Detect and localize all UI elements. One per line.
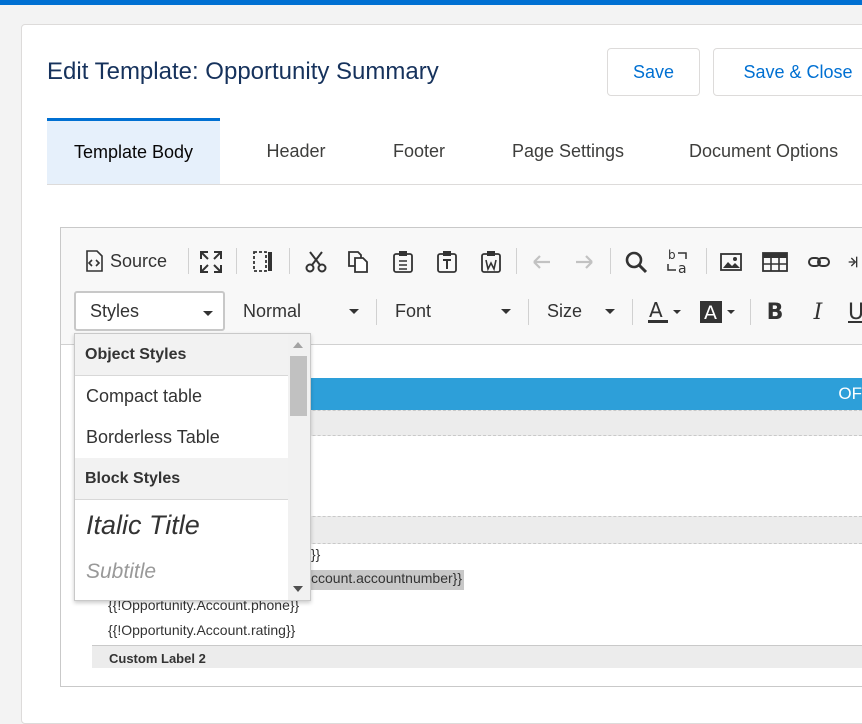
styles-dropdown-panel: Object Styles Compact table Borderless T… [74, 333, 311, 601]
paste-icon[interactable] [389, 248, 417, 276]
dropdown-item-subtitle[interactable]: Subtitle [86, 560, 156, 584]
top-brand-bar [0, 0, 862, 5]
copy-icon[interactable] [344, 248, 372, 276]
scroll-down-arrow-icon[interactable] [293, 586, 303, 592]
paste-word-icon[interactable] [477, 248, 505, 276]
source-label: Source [110, 250, 168, 271]
undo-icon[interactable] [528, 248, 556, 276]
tab-document-options[interactable]: Document Options [672, 118, 862, 184]
chevron-down-icon [501, 309, 511, 314]
anchor-icon[interactable] [846, 248, 862, 276]
link-icon[interactable] [805, 248, 833, 276]
styles-label: Styles [90, 300, 140, 321]
paste-text-icon[interactable] [433, 248, 461, 276]
tab-header[interactable]: Header [248, 118, 344, 184]
svg-text:A: A [649, 298, 663, 322]
dropdown-scrollbar-thumb[interactable] [290, 356, 307, 416]
save-and-close-button[interactable]: Save & Close [713, 48, 862, 96]
text-color-icon[interactable]: A [645, 297, 685, 327]
chevron-down-icon [203, 311, 213, 316]
maximize-icon[interactable] [197, 248, 225, 276]
font-dropdown[interactable]: Font [381, 291, 521, 331]
dropdown-item-borderless-table[interactable]: Borderless Table [86, 427, 220, 448]
source-button[interactable]: Source [80, 244, 180, 278]
svg-text:b: b [668, 248, 676, 262]
underline-icon[interactable]: U [848, 298, 862, 326]
font-label: Font [395, 300, 432, 321]
toolbar-separator [706, 248, 707, 274]
toolbar-separator [376, 299, 377, 325]
toolbar-separator [188, 248, 189, 274]
format-label: Normal [243, 300, 302, 321]
tab-footer[interactable]: Footer [372, 118, 466, 184]
background-color-icon[interactable]: A [697, 297, 739, 327]
toolbar-separator [289, 248, 290, 274]
size-label: Size [547, 300, 583, 321]
chevron-down-icon [349, 309, 359, 314]
format-dropdown[interactable]: Normal [229, 291, 369, 331]
size-dropdown[interactable]: Size [533, 291, 625, 331]
dropdown-heading-block-styles: Block Styles [75, 458, 288, 500]
cut-icon[interactable] [302, 248, 330, 276]
toolbar-separator [528, 299, 529, 325]
merge-field-account-rating[interactable]: {{!Opportunity.Account.rating}} [108, 622, 295, 638]
chevron-down-icon [605, 309, 615, 314]
band-text: OF [838, 384, 862, 403]
toolbar-separator [610, 248, 611, 274]
scroll-up-arrow-icon[interactable] [293, 342, 303, 348]
tabs-divider [47, 184, 862, 185]
tab-page-settings[interactable]: Page Settings [494, 118, 642, 184]
toolbar-separator [632, 299, 633, 325]
dropdown-heading-object-styles: Object Styles [75, 334, 288, 376]
table-icon[interactable] [761, 248, 789, 276]
dropdown-item-italic-title[interactable]: Italic Title [86, 510, 200, 541]
dropdown-item-compact-table[interactable]: Compact table [86, 386, 202, 407]
bold-icon[interactable]: B [762, 298, 788, 326]
toolbar-separator [236, 248, 237, 274]
toolbar-separator [750, 299, 751, 325]
merge-field-line[interactable]: }} [311, 546, 320, 562]
show-blocks-icon[interactable] [249, 248, 277, 276]
image-icon[interactable] [717, 248, 745, 276]
italic-icon[interactable]: I [805, 298, 831, 326]
source-icon [84, 250, 104, 272]
redo-icon[interactable] [570, 248, 598, 276]
page-title: Edit Template: Opportunity Summary [47, 58, 439, 85]
merge-field-account-number[interactable]: ccount.accountnumber}} [311, 570, 464, 590]
svg-text:a: a [678, 261, 687, 276]
replace-icon[interactable]: ba [664, 247, 694, 277]
search-icon[interactable] [622, 248, 650, 276]
custom-label-row[interactable]: Custom Label 2 [92, 645, 862, 668]
svg-text:A: A [704, 302, 717, 324]
save-button[interactable]: Save [607, 48, 700, 96]
toolbar-separator [516, 248, 517, 274]
styles-dropdown[interactable]: Styles [74, 291, 225, 331]
tab-template-body[interactable]: Template Body [47, 118, 220, 184]
